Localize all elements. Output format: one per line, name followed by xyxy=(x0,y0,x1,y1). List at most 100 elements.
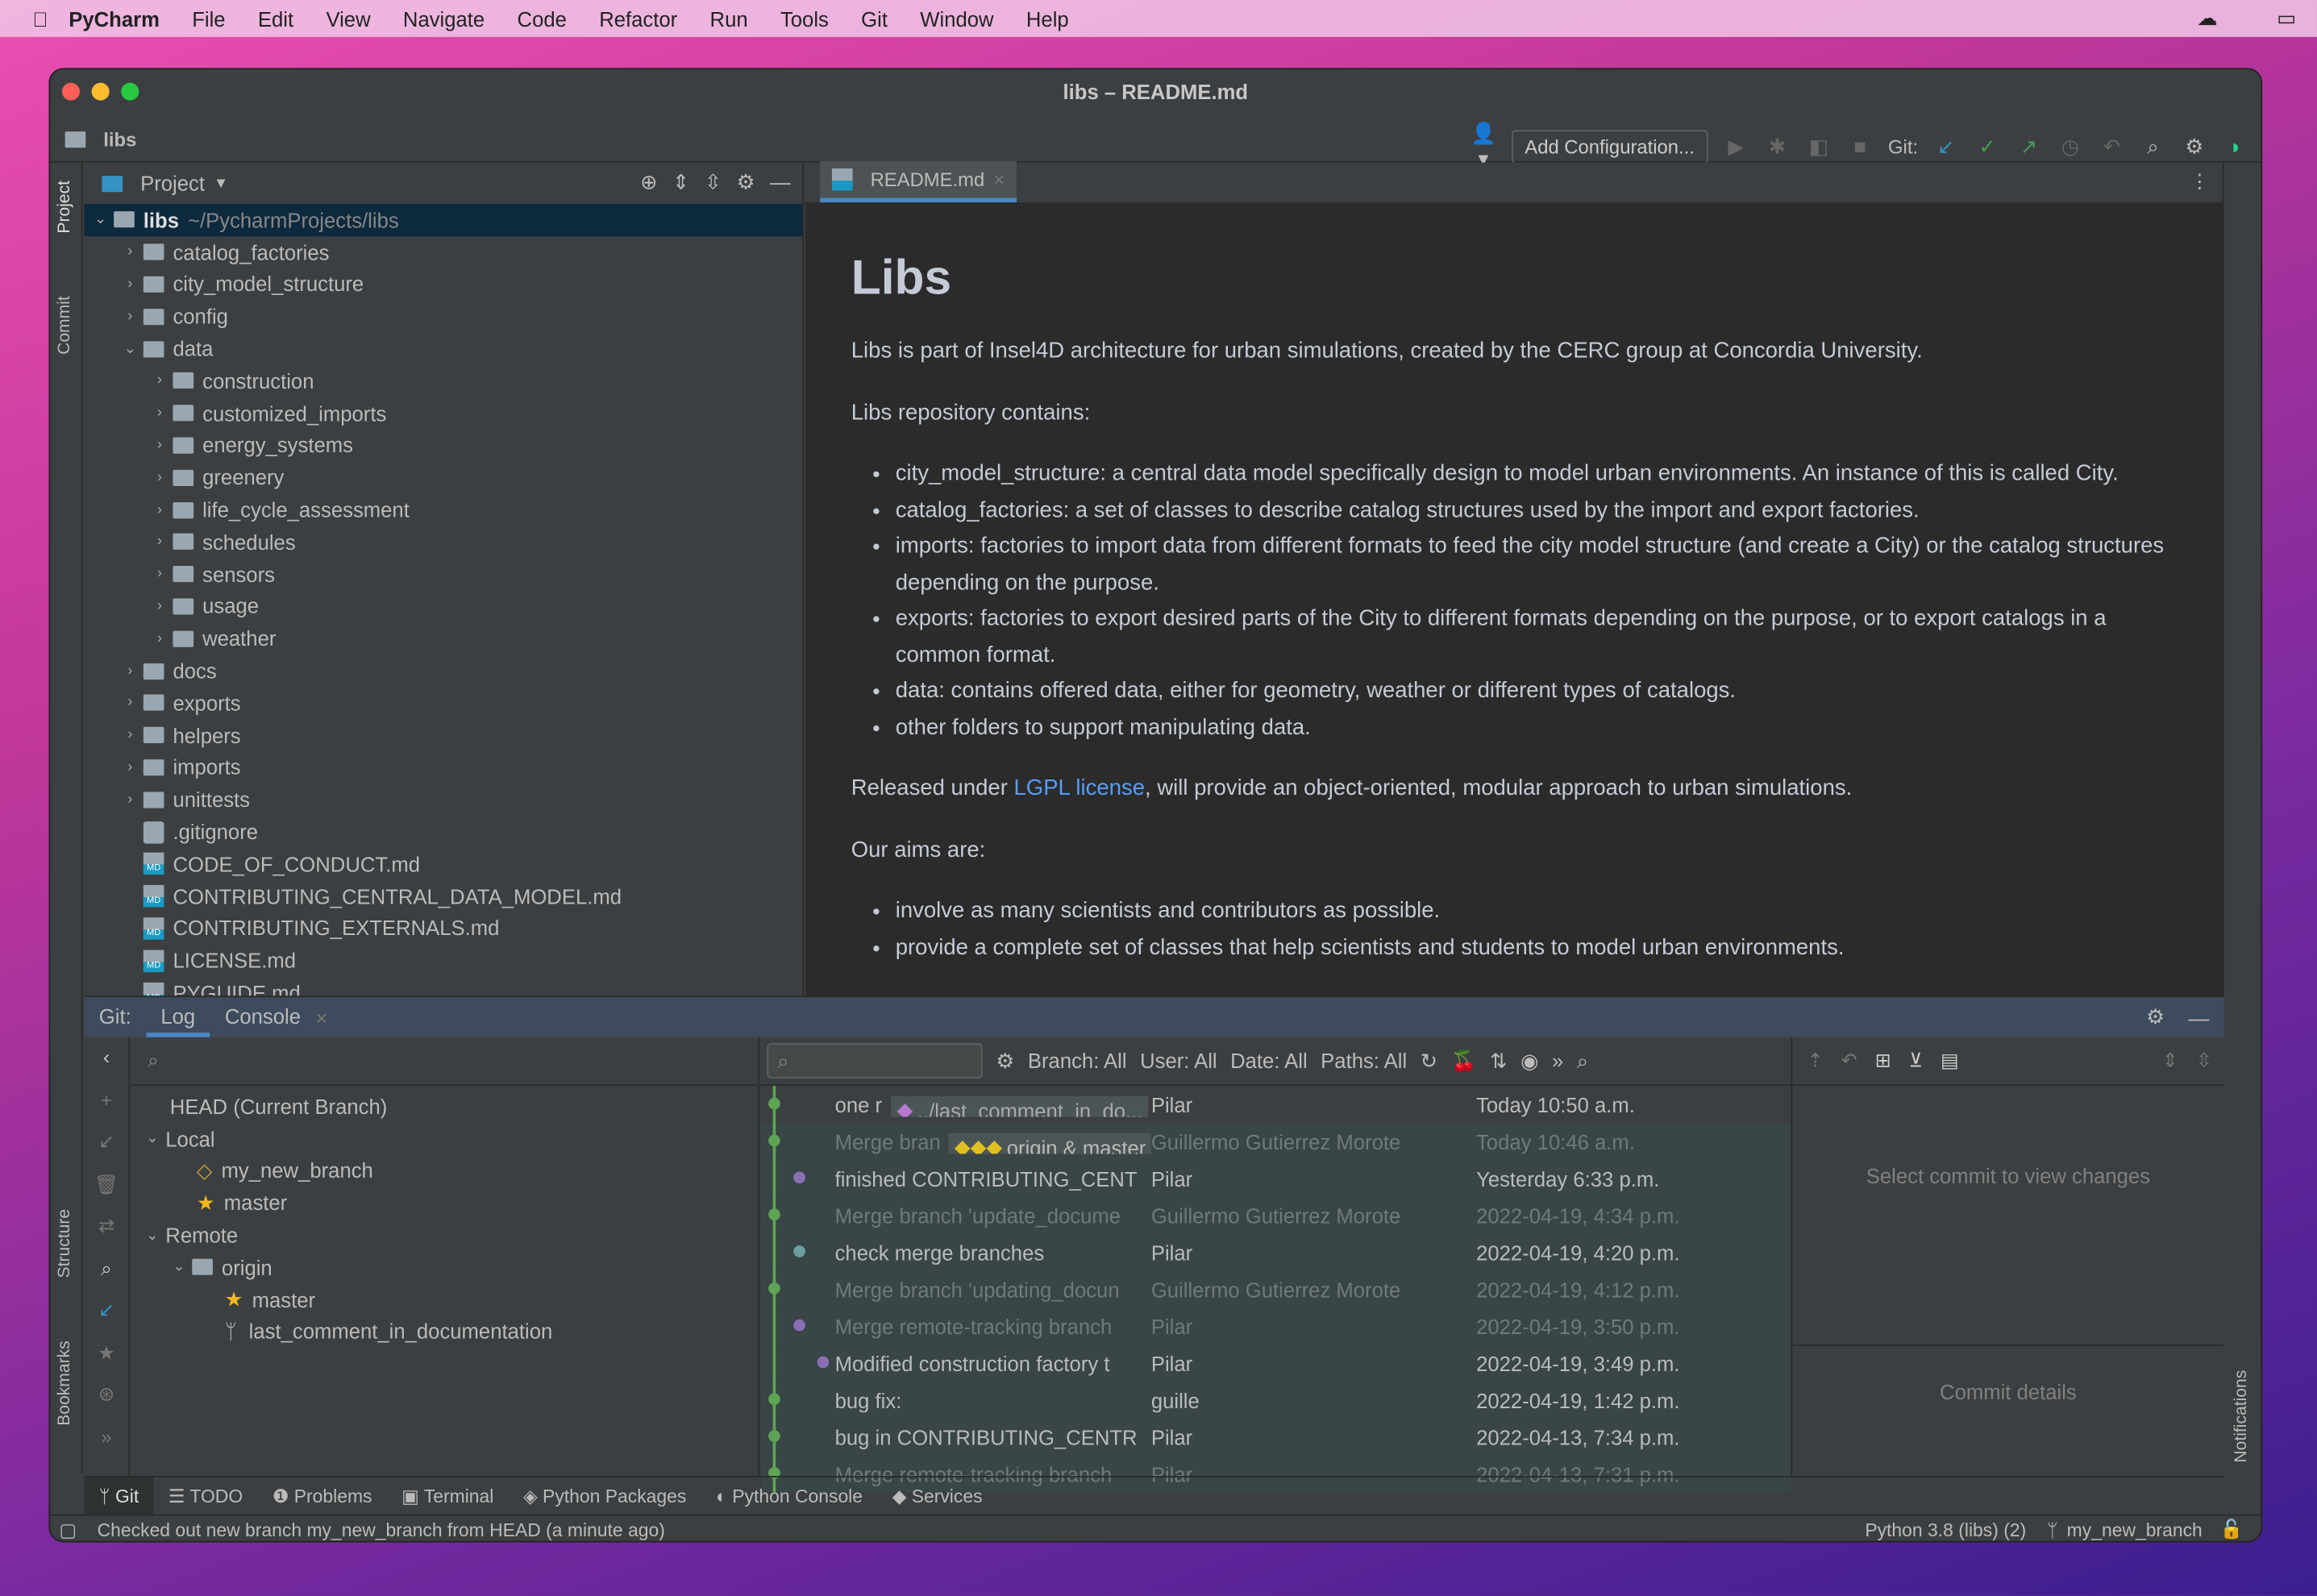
menu-navigate[interactable]: Navigate xyxy=(403,6,485,30)
chevron-right-icon[interactable]: › xyxy=(117,759,144,775)
chevron-right-icon[interactable]: › xyxy=(117,792,144,808)
tree-root[interactable]: ⌄ libs ~/PycharmProjects/libs xyxy=(84,203,803,236)
git-commit-icon[interactable]: ✓ xyxy=(1974,134,2001,159)
more-icon[interactable]: » xyxy=(1552,1049,1563,1072)
favorite-icon[interactable]: ★ xyxy=(84,1332,128,1374)
tool-window-problems[interactable]: ❶ Problems xyxy=(257,1477,386,1515)
branch-group-local[interactable]: ⌄ Local xyxy=(130,1123,552,1155)
tree-item[interactable]: › energy_systems xyxy=(84,430,802,462)
git-update-icon[interactable]: ↙ xyxy=(1932,134,1959,159)
menu-tools[interactable]: Tools xyxy=(780,6,829,30)
commit-row[interactable]: finished CONTRIBUTING_CENT Pilar Yesterday… xyxy=(760,1159,1791,1197)
chevron-right-icon[interactable]: › xyxy=(146,598,173,614)
commit-row[interactable]: Merge remote-tracking branch Pilar 2022-04… xyxy=(760,1307,1791,1345)
branch-head[interactable]: HEAD (Current Branch) xyxy=(130,1091,552,1123)
chevron-right-icon[interactable]: › xyxy=(146,437,173,453)
close-tab-icon[interactable]: × xyxy=(315,1005,327,1029)
expand-icon[interactable]: ⇕ xyxy=(2162,1049,2178,1072)
refresh-icon[interactable]: ↻ xyxy=(1421,1048,1438,1073)
more-icon[interactable]: ⋮ xyxy=(2190,170,2209,193)
tree-item[interactable]: .gitignore xyxy=(84,816,802,848)
tree-item[interactable]: MD CODE_OF_CONDUCT.md xyxy=(84,848,802,880)
tool-window-todo[interactable]: ☰ TODO xyxy=(154,1477,258,1515)
lock-icon[interactable]: 🔓 xyxy=(2220,1519,2244,1540)
collapse-icon[interactable]: ⇳ xyxy=(2196,1049,2212,1072)
hide-icon[interactable]: — xyxy=(770,170,791,195)
branch-item[interactable]: ◇ my_new_branch xyxy=(130,1155,552,1187)
menu-git[interactable]: Git xyxy=(861,6,888,30)
search-icon[interactable]: ⌕ xyxy=(1577,1048,1588,1073)
chevron-right-icon[interactable]: › xyxy=(117,695,144,711)
tree-item[interactable]: › construction xyxy=(84,365,802,397)
remote-origin[interactable]: ⌄ origin xyxy=(130,1251,552,1283)
search-icon[interactable]: ⌕ xyxy=(84,1248,128,1290)
apple-icon[interactable]:  xyxy=(32,6,48,30)
eye-icon[interactable]: ◉ xyxy=(1520,1048,1538,1073)
expand-all-icon[interactable]: ⇕ xyxy=(672,170,690,195)
menu-view[interactable]: View xyxy=(326,6,370,30)
chevron-down-icon[interactable]: ▼ xyxy=(214,175,228,191)
debug-icon[interactable]: ✱ xyxy=(1764,134,1791,159)
tree-item[interactable]: › docs xyxy=(84,655,802,687)
search-icon[interactable]: ⌕ xyxy=(2140,134,2166,159)
hide-icon[interactable]: — xyxy=(2189,1005,2210,1029)
branch-selector[interactable]: my_new_branch xyxy=(2067,1519,2203,1540)
tree-item[interactable]: › customized_imports xyxy=(84,397,802,430)
tool-window-python-packages[interactable]: ◈ Python Packages xyxy=(509,1477,701,1515)
chevron-right-icon[interactable]: › xyxy=(146,630,173,646)
chevron-right-icon[interactable]: › xyxy=(146,534,173,550)
commit-tool-button[interactable]: Commit xyxy=(56,296,74,355)
gear-icon[interactable]: ⚙ xyxy=(737,170,755,195)
add-configuration-button[interactable]: Add Configuration... xyxy=(1511,129,1708,164)
tree-item[interactable]: › unittests xyxy=(84,783,802,816)
breadcrumb[interactable]: libs xyxy=(64,128,136,150)
rollback-icon[interactable]: ↶ xyxy=(2099,134,2125,159)
code-with-me-icon[interactable]: ◗ xyxy=(2223,135,2249,158)
commit-row[interactable]: Merge branch 'update_docume Guillermo Gut… xyxy=(760,1196,1791,1234)
tab-log[interactable]: Log xyxy=(146,997,210,1037)
tool-window-terminal[interactable]: ▣ Terminal xyxy=(387,1477,509,1515)
cloud-icon[interactable]: ☁ xyxy=(2197,6,2218,31)
battery-icon[interactable]: ▭ xyxy=(2277,6,2296,31)
chevron-down-icon[interactable]: ⌄ xyxy=(117,341,144,357)
chevron-right-icon[interactable]: › xyxy=(146,405,173,422)
project-tool-button[interactable]: Project xyxy=(56,181,74,234)
tree-item[interactable]: › helpers xyxy=(84,719,802,751)
commit-row[interactable]: one r ◆ ../last_comment_in_do... Pilar Today… xyxy=(760,1086,1791,1124)
tree-item[interactable]: › weather xyxy=(84,622,802,655)
history-icon[interactable]: ◷ xyxy=(2057,134,2083,159)
branch-filter[interactable]: Branch: All xyxy=(1028,1049,1127,1072)
collapse-all-icon[interactable]: ⇳ xyxy=(705,170,722,195)
tab-console[interactable]: Console xyxy=(210,997,316,1037)
chevron-right-icon[interactable]: › xyxy=(117,276,144,293)
tree-item[interactable]: › city_model_structure xyxy=(84,268,802,301)
close-tab-icon[interactable]: × xyxy=(993,168,1005,190)
layout-icon[interactable]: ▤ xyxy=(1941,1049,1959,1072)
tree-item[interactable]: › imports xyxy=(84,751,802,783)
tree-item[interactable]: › exports xyxy=(84,687,802,719)
interpreter-selector[interactable]: Python 3.8 (libs) (2) xyxy=(1865,1519,2026,1540)
branch-group-remote[interactable]: ⌄ Remote xyxy=(130,1219,552,1251)
tab-readme[interactable]: README.md × xyxy=(820,160,1017,203)
revert-icon[interactable]: ↶ xyxy=(1841,1049,1857,1072)
filter-icon[interactable]: ⊻ xyxy=(1909,1049,1923,1072)
tree-item[interactable]: › sensors xyxy=(84,558,802,590)
stop-icon[interactable]: ■ xyxy=(1847,135,1874,158)
back-icon[interactable]: ‹ xyxy=(84,1037,128,1079)
locate-icon[interactable]: ⊕ xyxy=(640,170,658,195)
tool-window-python-console[interactable]: ◐ Python Console xyxy=(701,1477,878,1515)
tree-item[interactable]: ⌄ data xyxy=(84,333,802,365)
git-push-icon[interactable]: ↗ xyxy=(2015,134,2042,159)
compare-icon[interactable]: ⇄ xyxy=(84,1206,128,1248)
commit-row[interactable]: bug fix: guille 2022-04-19, 1:42 p.m. xyxy=(760,1381,1791,1419)
tree-item[interactable]: › usage xyxy=(84,590,802,622)
log-search-input[interactable]: ⌕ xyxy=(767,1043,983,1079)
structure-tool-button[interactable]: Structure xyxy=(56,1209,74,1278)
chevron-right-icon[interactable]: › xyxy=(117,244,144,260)
settings-icon[interactable]: ⊛ xyxy=(84,1374,128,1416)
fetch-icon[interactable]: ↙ xyxy=(84,1290,128,1332)
tree-item[interactable]: › life_cycle_assessment xyxy=(84,494,802,526)
more-icon[interactable]: » xyxy=(84,1416,128,1458)
gear-icon[interactable]: ⚙ xyxy=(2181,134,2207,159)
tree-item[interactable]: › greenery xyxy=(84,462,802,494)
